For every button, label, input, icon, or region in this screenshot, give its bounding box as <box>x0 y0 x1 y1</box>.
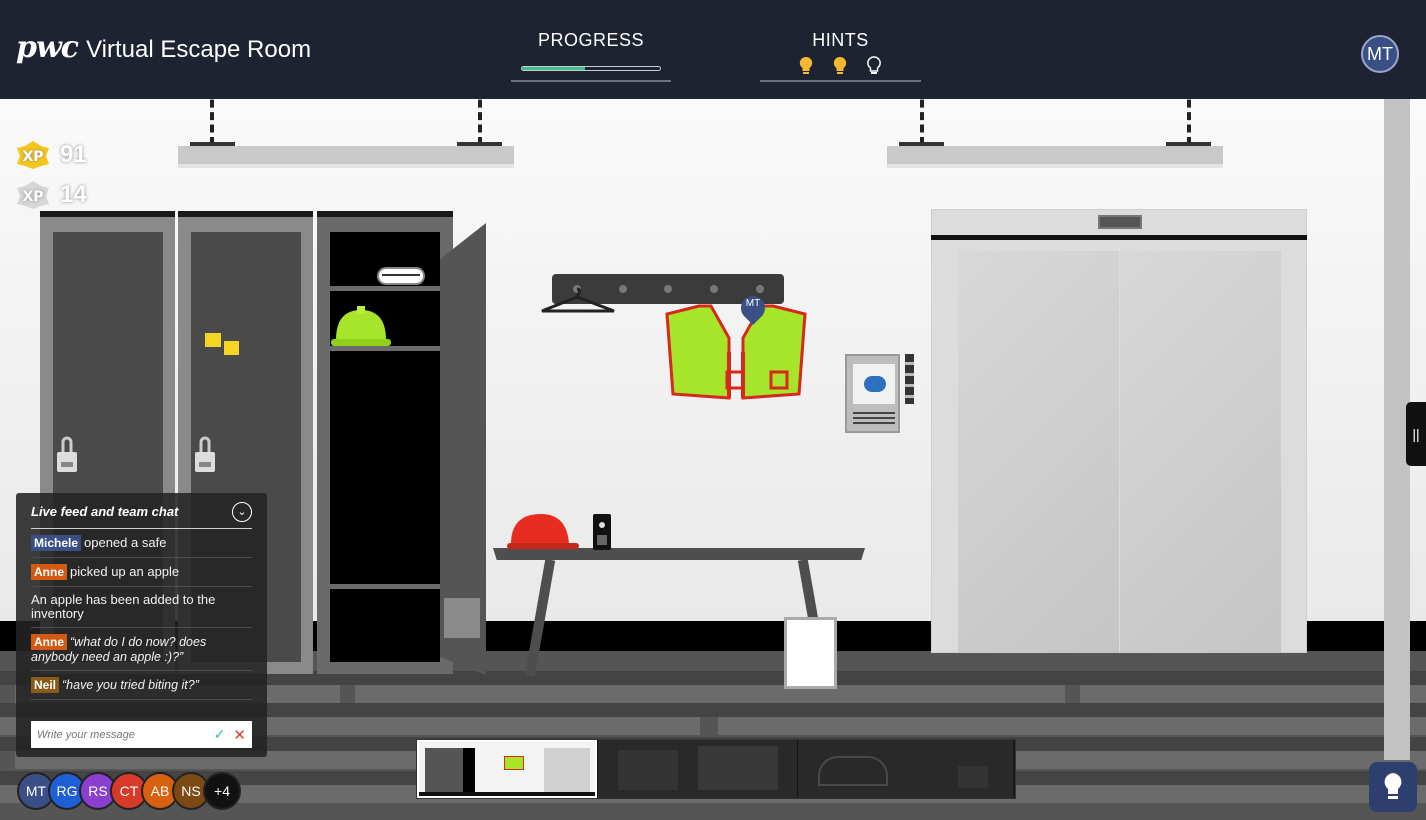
elevator-door-right[interactable] <box>1120 251 1281 653</box>
locker-interior <box>330 232 440 662</box>
hints-label: HINTS <box>812 30 869 50</box>
hints-indicator[interactable]: HINTS <box>760 30 921 82</box>
chat-feed-item: An apple has been added to the inventory <box>31 587 252 628</box>
hint-button[interactable] <box>1369 762 1417 812</box>
cancel-x-icon[interactable]: ✕ <box>233 726 246 744</box>
elevator-indicator <box>1098 215 1142 229</box>
card-reader[interactable] <box>845 354 900 433</box>
send-check-icon[interactable]: ✓ <box>214 726 226 743</box>
progress-bar <box>521 66 661 71</box>
elevator-header <box>931 235 1307 240</box>
chat-feed-item: Michele opened a safe <box>31 529 252 558</box>
chat-author-tag: Anne <box>31 564 67 580</box>
safety-goggles-icon[interactable] <box>376 265 426 287</box>
hint-bulb-icon <box>867 56 881 74</box>
chat-feed-item: Neil “have you tried biting it?” <box>31 671 252 700</box>
chat-feed: Michele opened a safe Anne picked up an app… <box>31 529 252 700</box>
lamp-chain <box>210 99 214 145</box>
scene-thumb-current[interactable] <box>417 740 597 798</box>
escape-room-app: pwc Virtual Escape Room PROGRESS HINTS M… <box>0 0 1426 820</box>
lamp-chain <box>920 99 924 145</box>
xp-gold: XP 91 <box>16 140 87 170</box>
chat-message-text: opened a safe <box>84 535 167 550</box>
xp-silver-badge-icon: XP <box>17 181 49 209</box>
lamp-chain <box>1187 99 1191 145</box>
hint-bulb-icon <box>833 56 847 74</box>
chat-message-text: picked up an apple <box>70 564 180 579</box>
green-hard-hat-icon[interactable] <box>330 304 392 350</box>
app-title: Virtual Escape Room <box>86 36 312 63</box>
side-panel-toggle-icon[interactable]: || <box>1406 402 1426 466</box>
padlock-icon[interactable] <box>194 436 216 472</box>
chat-header: Live feed and team chat ⌄ <box>31 495 252 529</box>
progress-label: PROGRESS <box>537 30 645 50</box>
top-bar: pwc Virtual Escape Room PROGRESS HINTS M… <box>0 0 1426 99</box>
xp-gold-value: 91 <box>60 141 87 168</box>
scene-selector <box>416 739 1016 799</box>
svg-text:XP: XP <box>22 149 43 165</box>
red-hard-hat-icon[interactable] <box>505 512 581 552</box>
scene-thumb-3[interactable] <box>797 740 1013 798</box>
clipboard[interactable] <box>784 617 837 689</box>
progress-bar-fill <box>522 67 586 70</box>
keypad-buttons[interactable] <box>905 354 914 404</box>
padlock-icon[interactable] <box>56 436 78 472</box>
chat-title: Live feed and team chat <box>31 504 179 519</box>
ceiling-lamp <box>887 146 1223 168</box>
hanger-icon <box>541 287 615 313</box>
chat-feed-item: Anne “what do I do now? does anybody need… <box>31 628 252 671</box>
chat-input-row: ✓ ✕ <box>31 721 252 748</box>
team-member-avatar[interactable]: +4 <box>203 772 241 810</box>
lightbulb-icon <box>1384 773 1402 799</box>
logo-mark: pwc <box>16 30 79 65</box>
lamp-chain <box>478 99 482 145</box>
hint-bulb-icon <box>799 56 813 74</box>
sticky-notes-icon[interactable] <box>205 333 241 357</box>
xp-gold-badge-icon: XP <box>17 141 49 169</box>
chat-feed-item: Anne picked up an apple <box>31 558 252 587</box>
user-avatar[interactable]: MT <box>1361 35 1399 73</box>
phone-device-icon[interactable] <box>592 513 612 551</box>
door-panel <box>444 598 480 638</box>
svg-text:XP: XP <box>22 189 43 205</box>
chat-message-input[interactable] <box>37 728 214 741</box>
chat-author-tag: Neil <box>31 677 60 693</box>
ceiling-lamp <box>178 146 514 168</box>
progress-indicator: PROGRESS <box>511 30 671 82</box>
elevator-door-left[interactable] <box>958 251 1119 653</box>
chat-message-text: An apple has been added to the inventory <box>31 592 216 621</box>
player-marker-label: MT <box>745 298 761 309</box>
logo: pwc Virtual Escape Room <box>16 30 311 65</box>
xp-silver: XP 14 <box>16 180 87 210</box>
xp-silver-value: 14 <box>60 181 87 208</box>
chat-message-text: “have you tried biting it?” <box>62 678 199 692</box>
chat-author-tag: Anne <box>31 634 67 650</box>
team-members: MT RG RS CT AB NS +4 <box>17 772 241 810</box>
chat-author-tag: Michele <box>31 535 82 551</box>
chevron-down-icon[interactable]: ⌄ <box>232 501 252 522</box>
chat-panel: Live feed and team chat ⌄ Michele opened … <box>16 493 267 757</box>
safety-vest-icon[interactable] <box>665 292 807 400</box>
scene-thumb-2[interactable] <box>597 740 797 798</box>
hint-bulbs <box>798 56 882 76</box>
